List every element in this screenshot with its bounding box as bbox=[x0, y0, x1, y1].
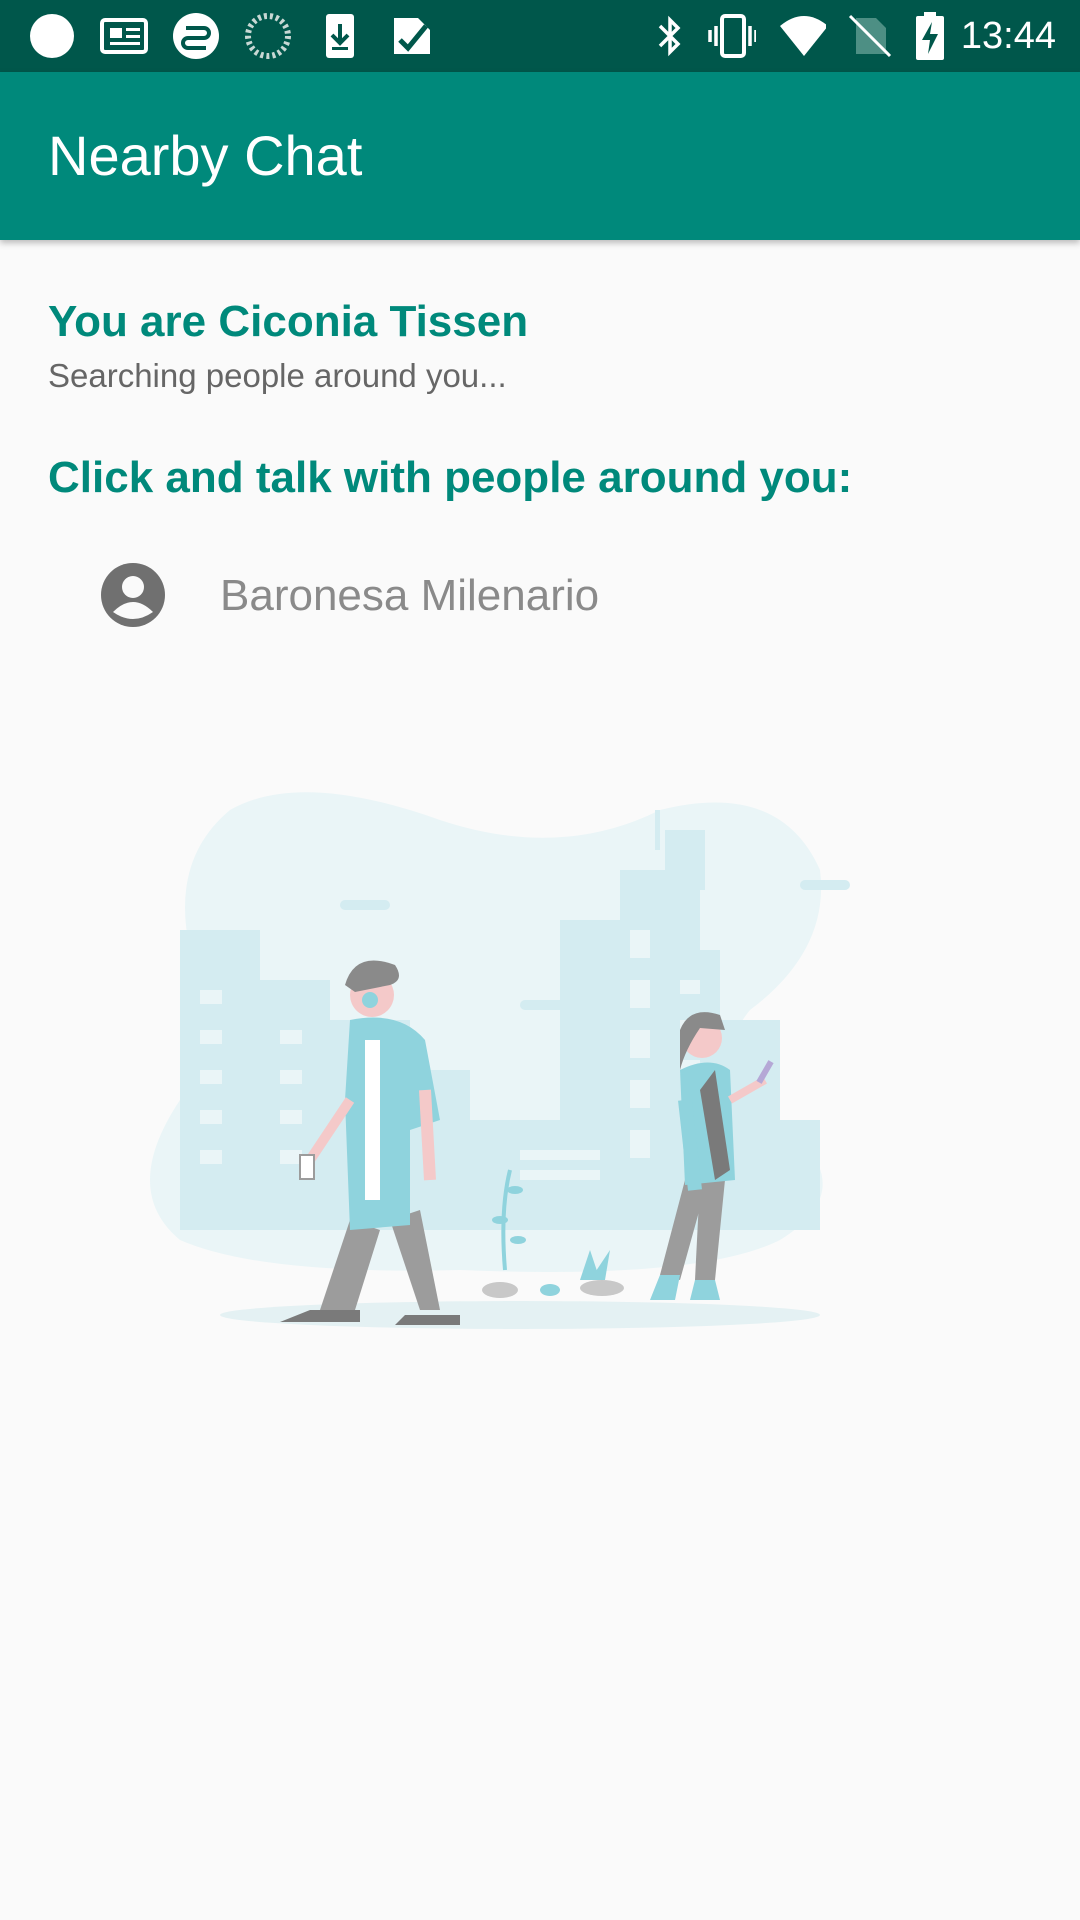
no-sim-icon bbox=[846, 12, 894, 60]
person-item[interactable]: Baronesa Milenario bbox=[0, 540, 1080, 650]
vibrate-icon bbox=[708, 12, 756, 60]
people-walking-illustration bbox=[140, 770, 940, 1390]
person-name: Baronesa Milenario bbox=[220, 571, 600, 620]
main-content: You are Ciconia Tissen Searching people … bbox=[0, 240, 1080, 1920]
wifi-icon bbox=[778, 12, 826, 60]
search-status: Searching people around you... bbox=[48, 357, 507, 394]
download-icon bbox=[316, 12, 364, 60]
news-icon bbox=[100, 12, 148, 60]
battery-charging-icon bbox=[906, 12, 954, 60]
bluetooth-icon bbox=[646, 12, 694, 60]
tasks-icon bbox=[172, 12, 220, 60]
checkmark-icon bbox=[388, 12, 436, 60]
circle-notification-icon bbox=[28, 12, 76, 60]
account-circle-icon bbox=[100, 562, 166, 628]
status-time: 13:44 bbox=[960, 15, 1056, 57]
app-title: Nearby Chat bbox=[48, 124, 363, 187]
status-bar: 13:44 bbox=[0, 0, 1080, 72]
sync-icon bbox=[244, 12, 292, 60]
identity-heading: You are Ciconia Tissen bbox=[48, 297, 529, 346]
app-bar: Nearby Chat bbox=[0, 72, 1080, 240]
people-list-heading: Click and talk with people around you: bbox=[48, 453, 853, 502]
